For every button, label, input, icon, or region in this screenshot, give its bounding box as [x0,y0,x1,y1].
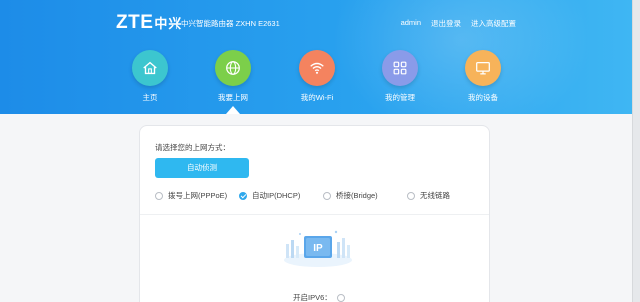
globe-icon [215,50,251,86]
zte-logo: ZTE中兴 [116,12,182,34]
section-divider [140,214,489,215]
mode-bridge-label: 桥接(Bridge) [336,191,378,200]
logo-cn: 中兴 [154,16,183,31]
mode-dhcp-label: 自动IP(DHCP) [252,191,301,200]
product-name: 中兴智能路由器 ZXHN E2631 [181,19,280,28]
nav-label-wifi: 我的Wi-Fi [300,93,334,102]
mode-pppoe-label: 拨号上网(PPPoE) [168,191,228,200]
nav-label-devices: 我的设备 [468,93,498,102]
radio-bridge[interactable] [323,191,331,200]
radio-dhcp[interactable] [239,191,247,200]
active-nav-indicator [226,106,240,114]
nav-item-devices[interactable]: 我的设备 [448,50,518,103]
ipv6-toggle-row: 开启IPV6： [293,292,345,302]
home-icon [132,50,168,86]
header: ZTE中兴 中兴智能路由器 ZXHN E2631 admin 退出登录 进入高级… [0,0,632,114]
nav-label-home: 主页 [142,93,158,102]
radio-pppoe[interactable] [155,191,163,200]
ip-illustration-text: IP [313,243,323,254]
radio-wireless-link[interactable] [407,191,415,200]
monitor-icon [465,50,501,86]
ip-illustration: IP [278,226,358,270]
connection-mode-group: 拨号上网(PPPoE) 自动IP(DHCP) 桥接(Bridge) 无线链路 [155,190,485,202]
nav-label-management: 我的管理 [385,93,415,102]
ipv6-radio[interactable] [336,293,345,302]
mode-pppoe[interactable]: 拨号上网(PPPoE) [155,190,227,201]
ipv6-label: 开启IPV6： [293,293,332,302]
connection-prompt: 请选择您的上网方式： [155,143,230,152]
nav-label-internet: 我要上网 [218,93,248,102]
logo-text: ZTE [116,12,154,33]
mode-bridge[interactable]: 桥接(Bridge) [323,190,378,201]
mode-wireless-link[interactable]: 无线链路 [407,190,450,201]
mode-wireless-link-label: 无线链路 [420,191,450,200]
scrollbar[interactable] [632,0,640,302]
nav-item-management[interactable]: 我的管理 [365,50,435,103]
grid-icon [382,50,418,86]
user-link[interactable]: admin [401,18,421,29]
wifi-icon [299,50,335,86]
logout-link[interactable]: 退出登录 [431,18,461,29]
main-nav: 主页 我要上网 我的Wi-Fi 我的管理 我的设备 [0,50,632,114]
internet-setup-panel: 请选择您的上网方式： 自动侦测 拨号上网(PPPoE) 自动IP(DHCP) 桥… [139,125,490,302]
nav-item-wifi[interactable]: 我的Wi-Fi [282,50,352,103]
nav-item-internet[interactable]: 我要上网 [198,50,268,103]
logo-separator [176,17,177,29]
mode-dhcp[interactable]: 自动IP(DHCP) [239,190,300,201]
nav-item-home[interactable]: 主页 [115,50,185,103]
advanced-config-link[interactable]: 进入高级配置 [471,18,516,29]
auto-detect-button[interactable]: 自动侦测 [155,158,249,178]
top-links: admin 退出登录 进入高级配置 [401,18,516,29]
